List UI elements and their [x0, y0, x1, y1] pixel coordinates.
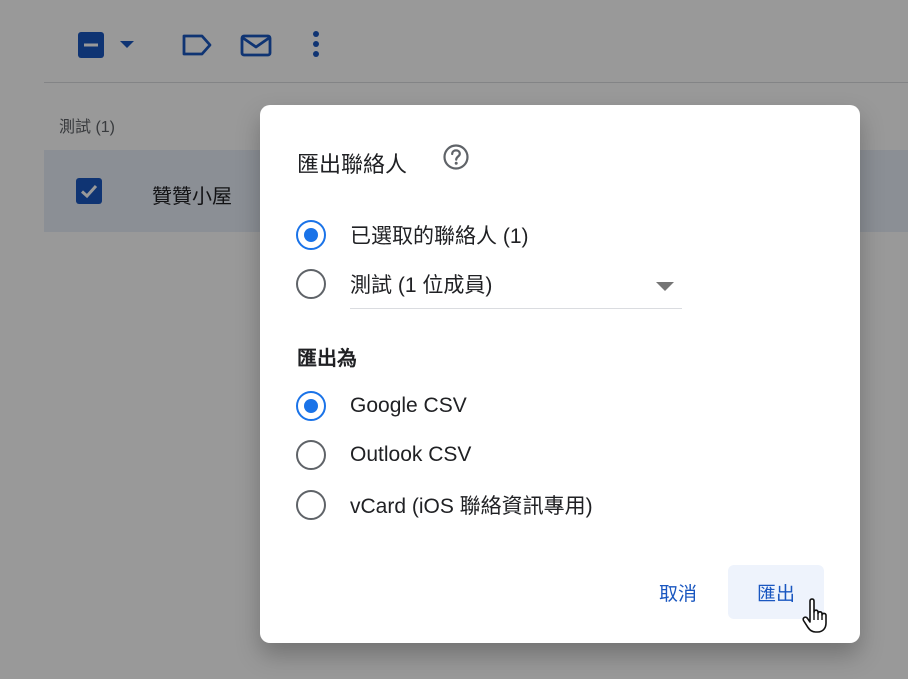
radio-label: Google CSV: [350, 394, 467, 417]
radio-label: vCard (iOS 聯絡資訊專用): [350, 495, 593, 518]
contacts-app: 測試 (1) 贊贊小屋 匯出聯絡人 已選取的聯絡人 (1) 測試 (1 位成員): [0, 0, 908, 679]
radio-label: Outlook CSV: [350, 443, 472, 466]
radio-button[interactable]: [296, 269, 326, 299]
cancel-button[interactable]: 取消: [638, 565, 718, 619]
help-button[interactable]: [442, 143, 470, 171]
radio-button[interactable]: [296, 440, 326, 470]
hand-pointer-cursor-icon: [802, 598, 827, 633]
scope-option-selected[interactable]: 已選取的聯絡人 (1): [296, 219, 529, 251]
radio-dot: [304, 399, 318, 413]
radio-label: 已選取的聯絡人 (1): [350, 225, 529, 248]
export-as-title: 匯出為: [297, 348, 357, 370]
group-select[interactable]: [350, 265, 682, 309]
format-option-vcard[interactable]: vCard (iOS 聯絡資訊專用): [296, 489, 593, 521]
dropdown-arrow-icon: [656, 282, 674, 291]
radio-button[interactable]: [296, 220, 326, 250]
export-contacts-dialog: 匯出聯絡人 已選取的聯絡人 (1) 測試 (1 位成員) 匯出為 Google …: [260, 105, 860, 643]
radio-button[interactable]: [296, 490, 326, 520]
format-option-google-csv[interactable]: Google CSV: [296, 390, 467, 422]
radio-button[interactable]: [296, 391, 326, 421]
dialog-title: 匯出聯絡人: [297, 152, 408, 177]
radio-dot: [304, 228, 318, 242]
format-option-outlook-csv[interactable]: Outlook CSV: [296, 439, 471, 471]
help-circle-icon: [443, 144, 469, 170]
